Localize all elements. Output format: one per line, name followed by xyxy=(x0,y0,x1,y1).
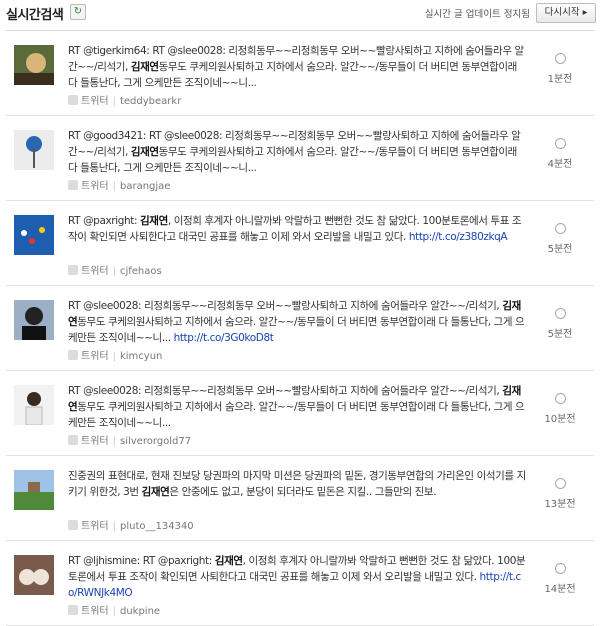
post-text[interactable]: RT @good3421: RT @slee0028: 리정희동무~~리정희동무… xyxy=(68,128,528,176)
post-meta: 트위터 | pluto__134340 xyxy=(68,517,194,532)
post-link[interactable]: http://t.co/z380zkqA xyxy=(409,231,508,243)
time-label: 1분전 xyxy=(547,74,573,85)
clock-icon xyxy=(554,393,566,404)
highlight-keyword: 김재연 xyxy=(141,486,170,498)
post-meta: 트위터 | barangjae xyxy=(68,177,170,192)
post-meta: 트위터 | dukpine xyxy=(68,602,160,617)
post-time: 4분전 xyxy=(540,138,580,170)
source-label[interactable]: 트위터 xyxy=(81,521,109,532)
update-status-text: 실시간 글 업데이트 정지됨 xyxy=(424,9,530,20)
source-label[interactable]: 트위터 xyxy=(81,181,109,192)
username[interactable]: pluto__134340 xyxy=(120,521,194,532)
list-item[interactable]: RT @slee0028: 리정희동무~~리정희동무 오버~~빨랑사퇴하고 지하… xyxy=(6,371,594,456)
post-time: 10분전 xyxy=(540,393,580,425)
username[interactable]: cjfehaos xyxy=(120,266,162,277)
time-label: 10분전 xyxy=(544,414,576,425)
clock-icon xyxy=(554,563,566,574)
restart-button[interactable]: 다시시작 ▸ xyxy=(536,3,596,23)
username[interactable]: teddybearkr xyxy=(120,96,181,107)
source-label[interactable]: 트위터 xyxy=(81,351,109,362)
post-text-segment: 동무도 쿠케의원사퇴하고 지하에서 숨으라. 알간~~/동무들이 더 버티면 동… xyxy=(68,401,525,429)
post-meta: 트위터 | silverorgold77 xyxy=(68,432,191,447)
post-text[interactable]: RT @paxright: 김재연, 이정희 후계자 아니랄까봐 악랄하고 뻔뻔… xyxy=(68,213,528,245)
avatar[interactable] xyxy=(14,130,54,170)
post-time: 1분전 xyxy=(540,53,580,85)
source-icon xyxy=(68,180,78,190)
source-label[interactable]: 트위터 xyxy=(81,96,109,107)
source-icon xyxy=(68,265,78,275)
refresh-icon[interactable]: ↻ xyxy=(70,4,86,20)
source-icon xyxy=(68,605,78,615)
source-label[interactable]: 트위터 xyxy=(81,266,109,277)
clock-icon xyxy=(554,138,566,149)
post-link[interactable]: http://t.co/3G0koD8t xyxy=(174,332,274,344)
post-time: 14분전 xyxy=(540,563,580,595)
post-time: 5분전 xyxy=(540,308,580,340)
username[interactable]: barangjae xyxy=(120,181,170,192)
post-text-segment: RT @ljhismine: RT @paxright: xyxy=(68,555,215,567)
list-item[interactable]: 진중권의 표현대로, 현재 진보당 당권파의 마지막 미션은 당권파의 밑돈, … xyxy=(6,456,594,541)
username[interactable]: kimcyun xyxy=(120,351,162,362)
highlight-keyword: 김재연 xyxy=(140,215,168,227)
post-meta: 트위터 | cjfehaos xyxy=(68,262,162,277)
post-text[interactable]: RT @slee0028: 리정희동무~~리정희동무 오버~~빨랑사퇴하고 지하… xyxy=(68,298,528,346)
username[interactable]: dukpine xyxy=(120,606,160,617)
post-meta: 트위터 | kimcyun xyxy=(68,347,162,362)
highlight-keyword: 김재연 xyxy=(130,61,159,73)
post-text-segment: RT @slee0028: 리정희동무~~리정희동무 오버~~빨랑사퇴하고 지하… xyxy=(68,385,503,397)
username[interactable]: silverorgold77 xyxy=(120,436,191,447)
list-item[interactable]: RT @tigerkim64: RT @slee0028: 리정희동무~~리정희… xyxy=(6,31,594,116)
list-item[interactable]: RT @slee0028: 리정희동무~~리정희동무 오버~~빨랑사퇴하고 지하… xyxy=(6,286,594,371)
avatar[interactable] xyxy=(14,300,54,340)
post-text-segment: 은 안중에도 없고, 분당이 되더라도 밑돈은 지킬.. 그들만의 진보. xyxy=(169,486,437,498)
source-icon xyxy=(68,435,78,445)
avatar[interactable] xyxy=(14,555,54,595)
avatar[interactable] xyxy=(14,385,54,425)
clock-icon xyxy=(554,53,566,64)
separator: | xyxy=(112,521,116,532)
post-text-segment: RT @slee0028: 리정희동무~~리정희동무 오버~~빨랑사퇴하고 지하… xyxy=(68,300,503,312)
clock-icon xyxy=(554,223,566,234)
avatar[interactable] xyxy=(14,470,54,510)
source-label[interactable]: 트위터 xyxy=(81,436,109,447)
time-label: 5분전 xyxy=(547,329,573,340)
time-label: 5분전 xyxy=(547,244,573,255)
source-icon xyxy=(68,520,78,530)
post-text[interactable]: RT @tigerkim64: RT @slee0028: 리정희동무~~리정희… xyxy=(68,43,528,91)
time-label: 13분전 xyxy=(544,499,576,510)
time-label: 14분전 xyxy=(544,584,576,595)
avatar[interactable] xyxy=(14,45,54,85)
highlight-keyword: 김재연 xyxy=(214,555,243,567)
separator: | xyxy=(112,436,116,447)
clock-icon xyxy=(554,308,566,319)
post-text[interactable]: RT @ljhismine: RT @paxright: 김재연, 이정희 후계… xyxy=(68,553,528,601)
post-meta: 트위터 | teddybearkr xyxy=(68,92,181,107)
list-item[interactable]: RT @ljhismine: RT @paxright: 김재연, 이정희 후계… xyxy=(6,541,594,626)
source-label[interactable]: 트위터 xyxy=(81,606,109,617)
separator: | xyxy=(112,266,116,277)
list-item[interactable]: RT @good3421: RT @slee0028: 리정희동무~~리정희동무… xyxy=(6,116,594,201)
highlight-keyword: 김재연 xyxy=(130,146,159,158)
separator: | xyxy=(112,351,116,362)
post-text[interactable]: RT @slee0028: 리정희동무~~리정희동무 오버~~빨랑사퇴하고 지하… xyxy=(68,383,528,431)
separator: | xyxy=(112,96,116,107)
result-list: RT @tigerkim64: RT @slee0028: 리정희동무~~리정희… xyxy=(6,30,594,626)
list-item[interactable]: RT @paxright: 김재연, 이정희 후계자 아니랄까봐 악랄하고 뻔뻔… xyxy=(6,201,594,286)
post-text-segment: 동무도 쿠케의원사퇴하고 지하에서 숨으라. 알간~~/동무들이 더 버티면 동… xyxy=(68,316,525,344)
separator: | xyxy=(112,181,116,192)
time-label: 4분전 xyxy=(547,159,573,170)
post-time: 5분전 xyxy=(540,223,580,255)
source-icon xyxy=(68,95,78,105)
clock-icon xyxy=(554,478,566,489)
post-time: 13분전 xyxy=(540,478,580,510)
search-header: 실시간검색 ↻ 실시간 글 업데이트 정지됨 다시시작 ▸ xyxy=(0,0,600,30)
post-text-segment: RT @paxright: xyxy=(68,215,141,227)
page-title: 실시간검색 xyxy=(6,8,64,23)
source-icon xyxy=(68,350,78,360)
separator: | xyxy=(112,606,116,617)
avatar[interactable] xyxy=(14,215,54,255)
post-text[interactable]: 진중권의 표현대로, 현재 진보당 당권파의 마지막 미션은 당권파의 밑돈, … xyxy=(68,468,528,500)
